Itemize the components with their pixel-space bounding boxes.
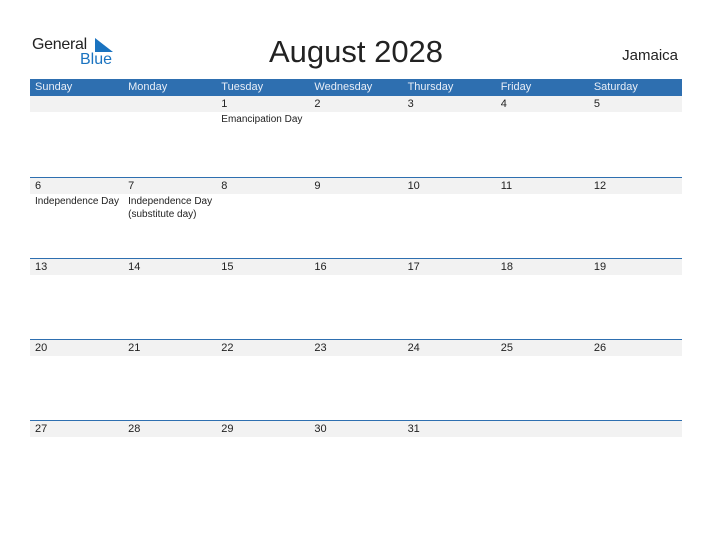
day-number: 8 [221,180,228,192]
holiday-label [309,275,402,276]
day-number [123,96,216,112]
day-number [30,96,123,112]
day-number: 14 [128,261,141,273]
weekday-header: Sunday Monday Tuesday Wednesday Thursday… [30,79,682,96]
day-number: 12 [593,180,607,192]
day-number: 11 [500,180,513,192]
country-label: Jamaica [622,47,678,64]
date-number-row: 6 7 8 9 10 11 12 [30,178,682,194]
holiday-label [30,112,123,126]
holiday-label [496,437,589,438]
holiday-label: Emancipation Day [221,114,303,125]
event-row [30,356,682,357]
holiday-label [216,194,309,221]
event-row [30,437,682,438]
day-number: 13 [35,261,48,273]
date-number-row: 27 28 29 30 31 [30,421,682,437]
day-number: 19 [593,261,607,273]
day-number: 15 [221,261,234,273]
holiday-label [309,437,402,438]
holiday-label: Independence Day [35,196,119,207]
day-number [496,421,589,437]
day-number: 30 [314,423,327,435]
day-number: 16 [314,261,327,273]
event-row [30,275,682,276]
weekday-wednesday: Wednesday [314,81,373,93]
day-number: 3 [407,98,414,110]
holiday-label: Independence Day (substitute day) [128,196,213,220]
day-number: 23 [314,342,327,354]
holiday-label [216,275,309,276]
day-number: 18 [500,261,513,273]
holiday-label [403,112,496,126]
date-number-row: 20 21 22 23 24 25 26 [30,340,682,356]
holiday-label [309,194,402,221]
holiday-label [496,112,589,126]
holiday-label [496,194,589,221]
day-number: 29 [221,423,234,435]
holiday-label [309,112,402,126]
week-row: 1 2 3 4 5 Emancipation Day [30,96,682,177]
week-row: 27 28 29 30 31 [30,420,682,501]
date-number-row: 1 2 3 4 5 [30,96,682,112]
holiday-label [589,194,682,221]
day-number: 5 [593,98,600,110]
holiday-label [589,437,682,438]
weekday-thursday: Thursday [407,81,454,93]
day-number: 22 [221,342,234,354]
day-number: 26 [593,342,607,354]
day-number: 27 [35,423,48,435]
day-number: 4 [500,98,507,110]
day-number: 31 [407,423,420,435]
holiday-label [123,437,216,438]
day-number: 24 [407,342,420,354]
holiday-label [403,275,496,276]
calendar-title: August 2028 [268,34,444,69]
day-number [589,421,682,437]
day-number: 1 [221,98,228,110]
day-number: 2 [314,98,321,110]
week-row: 20 21 22 23 24 25 26 [30,339,682,420]
weekday-saturday: Saturday [593,81,638,93]
holiday-label [589,112,682,126]
day-number: 28 [128,423,141,435]
event-row: Emancipation Day [30,112,682,126]
week-row: 13 14 15 16 17 18 19 [30,258,682,339]
day-number: 20 [35,342,48,354]
holiday-label [123,275,216,276]
holiday-label [216,437,309,438]
weekday-tuesday: Tuesday [221,81,264,93]
day-number: 25 [500,342,513,354]
day-number: 9 [314,180,321,192]
holiday-label [30,275,123,276]
day-number: 10 [407,180,420,192]
weekday-sunday: Sunday [35,81,73,93]
day-number: 7 [128,180,135,192]
week-row: 6 7 8 9 10 11 12 Independence Day Independence D… [30,177,682,258]
weekday-monday: Monday [128,81,168,93]
holiday-label [403,194,496,221]
holiday-label [589,275,682,276]
holiday-label [123,112,216,126]
day-number: 6 [35,180,42,192]
calendar-grid: Sunday Monday Tuesday Wednesday Thursday… [30,79,682,501]
holiday-label [496,356,589,357]
holiday-label [403,437,496,438]
event-row: Independence Day Independence Day (substi… [30,194,682,221]
day-number: 17 [407,261,420,273]
holiday-label [123,356,216,357]
holiday-label [30,356,123,357]
weekday-friday: Friday [500,81,532,93]
holiday-label [309,356,402,357]
day-number: 21 [128,342,141,354]
holiday-label [589,356,682,357]
holiday-label [216,356,309,357]
holiday-label [403,356,496,357]
holiday-label [496,275,589,276]
holiday-label [30,437,123,438]
date-number-row: 13 14 15 16 17 18 19 [30,259,682,275]
